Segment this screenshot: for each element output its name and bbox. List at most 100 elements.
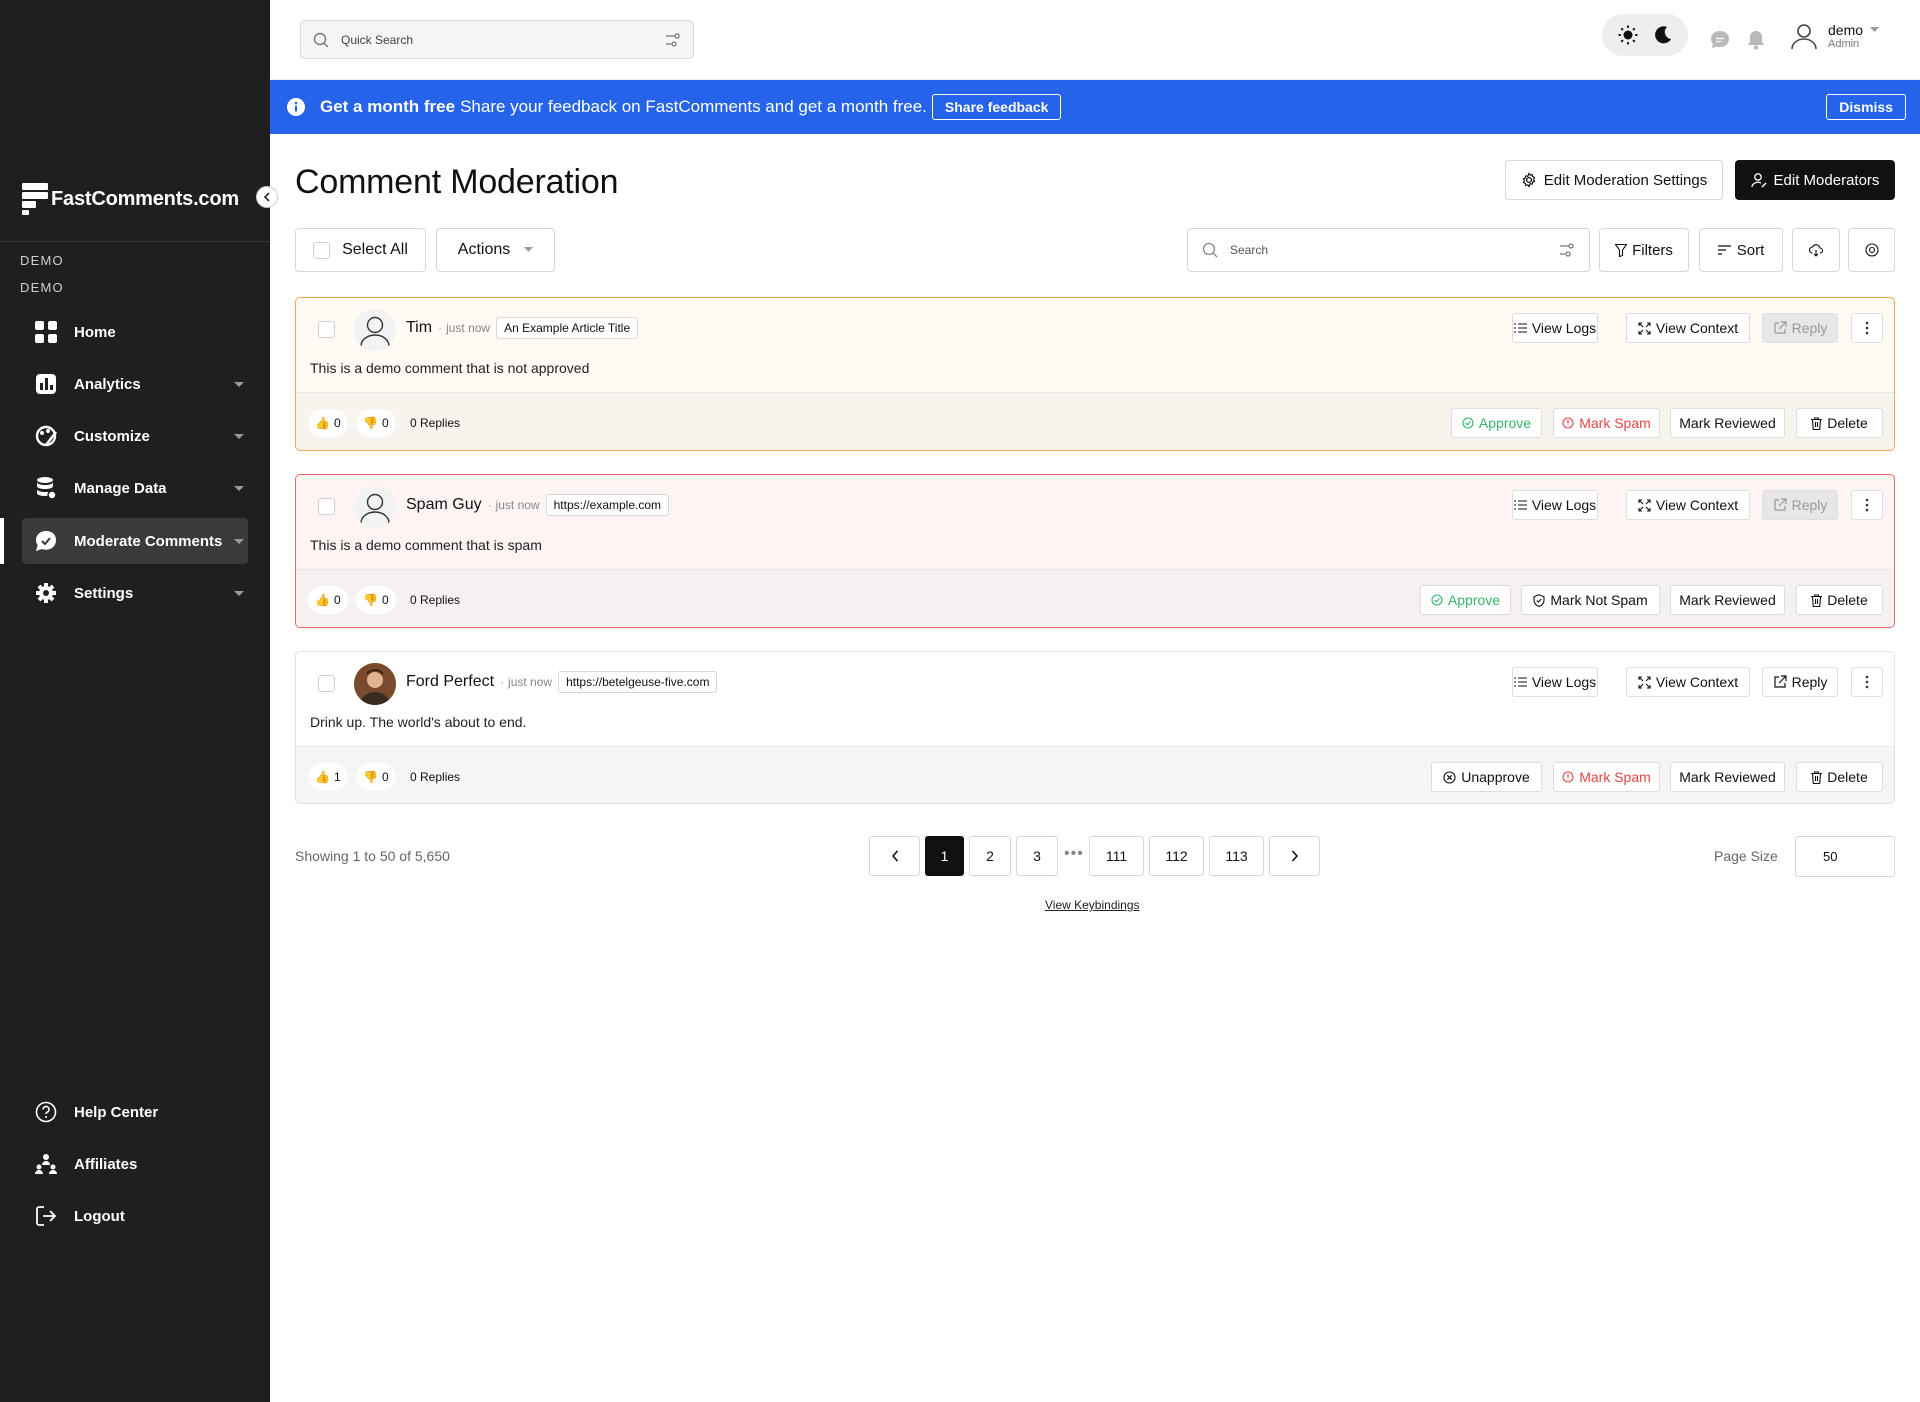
avatar[interactable] (354, 309, 396, 351)
previous-page-button[interactable] (869, 836, 920, 876)
downvote-button[interactable]: 👎 0 (356, 409, 396, 437)
view-context-button[interactable]: View Context (1626, 490, 1750, 520)
replies-count[interactable]: 0 Replies (410, 593, 460, 607)
view-logs-button[interactable]: View Logs (1512, 490, 1598, 520)
page-button-3[interactable]: 3 (1016, 836, 1058, 876)
page-button-111[interactable]: 111 (1089, 836, 1144, 876)
comment-select-checkbox[interactable] (318, 675, 335, 692)
select-all-checkbox[interactable] (313, 241, 331, 259)
comment-search-input[interactable]: Search (1187, 228, 1590, 272)
bell-icon[interactable] (1746, 29, 1766, 51)
export-button[interactable] (1792, 228, 1840, 272)
unapprove-button[interactable]: Unapprove (1431, 762, 1542, 792)
comment-page-link[interactable]: An Example Article Title (496, 317, 639, 339)
page-button-113[interactable]: 113 (1209, 836, 1264, 876)
delete-button[interactable]: Delete (1796, 408, 1883, 438)
edit-moderation-settings-button[interactable]: Edit Moderation Settings (1505, 160, 1723, 200)
quick-search-input[interactable]: Quick Search (300, 20, 694, 59)
edit-moderators-button[interactable]: Edit Moderators (1735, 160, 1895, 200)
mark-reviewed-button[interactable]: Mark Reviewed (1670, 585, 1785, 615)
avatar[interactable] (354, 663, 396, 705)
sidebar-item-analytics[interactable]: Analytics (22, 361, 248, 407)
mark-reviewed-button[interactable]: Mark Reviewed (1670, 762, 1785, 792)
replies-count[interactable]: 0 Replies (410, 770, 460, 784)
dismiss-banner-button[interactable]: Dismiss (1826, 94, 1906, 120)
page-button-2[interactable]: 2 (969, 836, 1011, 876)
brand-logo[interactable]: FastComments.com (22, 183, 239, 215)
user-name: demo (1828, 22, 1864, 38)
chevron-left-icon (263, 192, 270, 202)
expand-icon (1638, 675, 1651, 689)
sidebar-item-settings[interactable]: Settings (22, 570, 248, 616)
comment-author[interactable]: Ford Perfect (406, 673, 494, 691)
reply-icon (1773, 498, 1787, 511)
comment-page-link[interactable]: https://example.com (545, 494, 670, 516)
view-settings-button[interactable] (1848, 228, 1895, 272)
comment-author[interactable]: Spam Guy (406, 496, 482, 514)
avatar[interactable] (354, 486, 396, 528)
theme-toggle[interactable] (1602, 14, 1688, 56)
mark-reviewed-button[interactable]: Mark Reviewed (1670, 408, 1785, 438)
comment-page-link[interactable]: https://betelgeuse-five.com (558, 671, 718, 693)
comment-author[interactable]: Tim (406, 319, 432, 337)
brand-name: FastComments.com (51, 187, 239, 210)
org-name: DEMO (20, 253, 64, 268)
filters-button[interactable]: Filters (1599, 228, 1689, 272)
comment-text: This is a demo comment that is not appro… (310, 360, 590, 376)
sidebar-item-customize[interactable]: Customize (22, 413, 248, 459)
filter-sliders-icon[interactable] (1559, 242, 1575, 258)
sun-icon[interactable] (1618, 25, 1638, 45)
downvote-button[interactable]: 👎 0 (356, 763, 396, 791)
page-button-112[interactable]: 112 (1149, 836, 1204, 876)
filter-sliders-icon[interactable] (665, 32, 681, 48)
sidebar-item-affiliates[interactable]: Affiliates (22, 1141, 248, 1187)
share-feedback-button[interactable]: Share feedback (931, 94, 1062, 120)
chat-bubble-icon[interactable] (1709, 29, 1731, 51)
sidebar-item-moderate-comments[interactable]: Moderate Comments (22, 518, 248, 564)
comment-time: just now (495, 498, 540, 512)
reply-button[interactable]: Reply (1762, 667, 1838, 697)
next-page-button[interactable] (1269, 836, 1320, 876)
sidebar-item-label: Logout (74, 1207, 125, 1225)
kebab-menu-icon (1865, 675, 1869, 689)
reply-label: Reply (1791, 320, 1828, 336)
comment-time: just now (508, 675, 553, 689)
upvote-button[interactable]: 👍 1 (308, 763, 348, 791)
upvote-button[interactable]: 👍 0 (308, 409, 348, 437)
sort-button[interactable]: Sort (1699, 228, 1783, 272)
select-all-button[interactable]: Select All (295, 228, 426, 272)
delete-button[interactable]: Delete (1796, 762, 1883, 792)
downvote-button[interactable]: 👎 0 (356, 586, 396, 614)
reply-button[interactable]: Reply (1762, 490, 1838, 520)
page-size-input[interactable]: 50 (1795, 836, 1895, 877)
more-options-button[interactable] (1851, 667, 1883, 697)
mark-spam-button[interactable]: Mark Spam (1553, 408, 1660, 438)
more-options-button[interactable] (1851, 490, 1883, 520)
sidebar-item-home[interactable]: Home (22, 309, 248, 355)
page-button-1[interactable]: 1 (925, 836, 964, 876)
chevron-down-icon (234, 485, 244, 491)
comment-select-checkbox[interactable] (318, 498, 335, 515)
view-context-button[interactable]: View Context (1626, 313, 1750, 343)
approve-button[interactable]: Approve (1420, 585, 1511, 615)
more-options-button[interactable] (1851, 313, 1883, 343)
actions-dropdown[interactable]: Actions (436, 228, 555, 272)
reply-button[interactable]: Reply (1762, 313, 1838, 343)
moon-icon[interactable] (1653, 25, 1673, 45)
mark-spam-button[interactable]: Mark Spam (1553, 762, 1660, 792)
replies-count[interactable]: 0 Replies (410, 416, 460, 430)
upvote-button[interactable]: 👍 0 (308, 586, 348, 614)
sidebar-item-logout[interactable]: Logout (22, 1193, 248, 1239)
user-menu[interactable]: demo Admin (1790, 22, 1880, 50)
comment-select-checkbox[interactable] (318, 321, 335, 338)
mark-not-spam-button[interactable]: Mark Not Spam (1521, 585, 1660, 615)
sidebar-item-manage-data[interactable]: Manage Data (22, 465, 248, 511)
collapse-sidebar-button[interactable] (256, 186, 278, 208)
approve-button[interactable]: Approve (1451, 408, 1542, 438)
delete-button[interactable]: Delete (1796, 585, 1883, 615)
view-logs-button[interactable]: View Logs (1512, 667, 1598, 697)
sidebar-item-help-center[interactable]: Help Center (22, 1089, 248, 1135)
view-keybindings-link[interactable]: View Keybindings (1045, 898, 1140, 912)
view-logs-button[interactable]: View Logs (1512, 313, 1598, 343)
view-context-button[interactable]: View Context (1626, 667, 1750, 697)
